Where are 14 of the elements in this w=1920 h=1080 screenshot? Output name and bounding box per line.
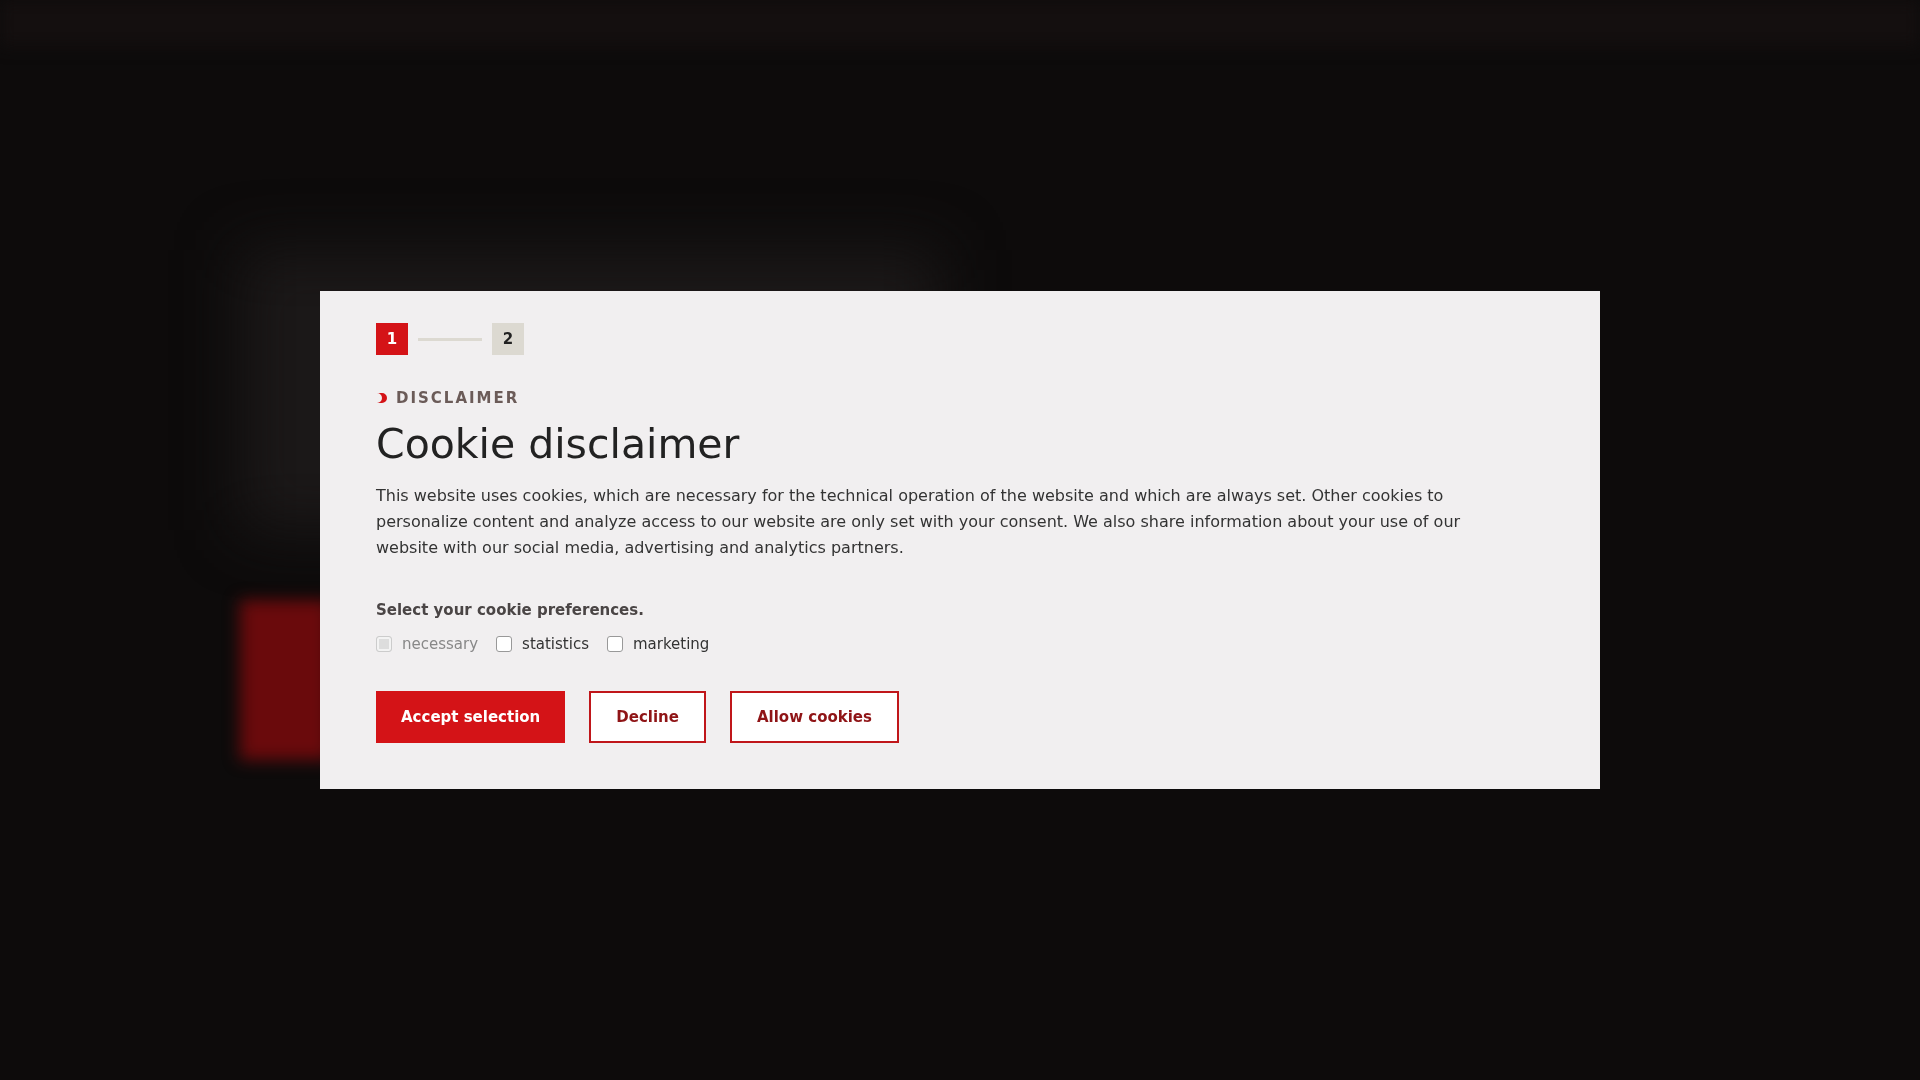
section-label: DISCLAIMER — [396, 389, 520, 407]
outline-button[interactable]: Allow cookies — [729, 691, 899, 743]
dialog-title: Cookie disclaimer — [376, 419, 741, 469]
step-indicator: 1 — [376, 323, 408, 355]
checkbox[interactable] — [606, 636, 623, 652]
preferences-label: Select your cookie preferences. — [376, 601, 645, 619]
checkbox[interactable] — [496, 636, 513, 652]
checkbox-label[interactable]: marketing — [632, 635, 710, 653]
checkbox-label[interactable]: statistics — [522, 635, 589, 653]
step-indicator: 2 — [492, 323, 524, 355]
chevron-icon — [376, 392, 388, 404]
outline-button[interactable]: Decline — [589, 691, 706, 743]
accept-button[interactable]: Accept selection — [376, 691, 566, 743]
disclaimer-text: This website uses cookies, which are necessary for the technical operation of the website and which are always set. Other cookies to personalize content and analyze access to our website are only set with your consent. We also share information about your use of our website with our social media, advertising and analytics partners. — [376, 485, 1462, 559]
